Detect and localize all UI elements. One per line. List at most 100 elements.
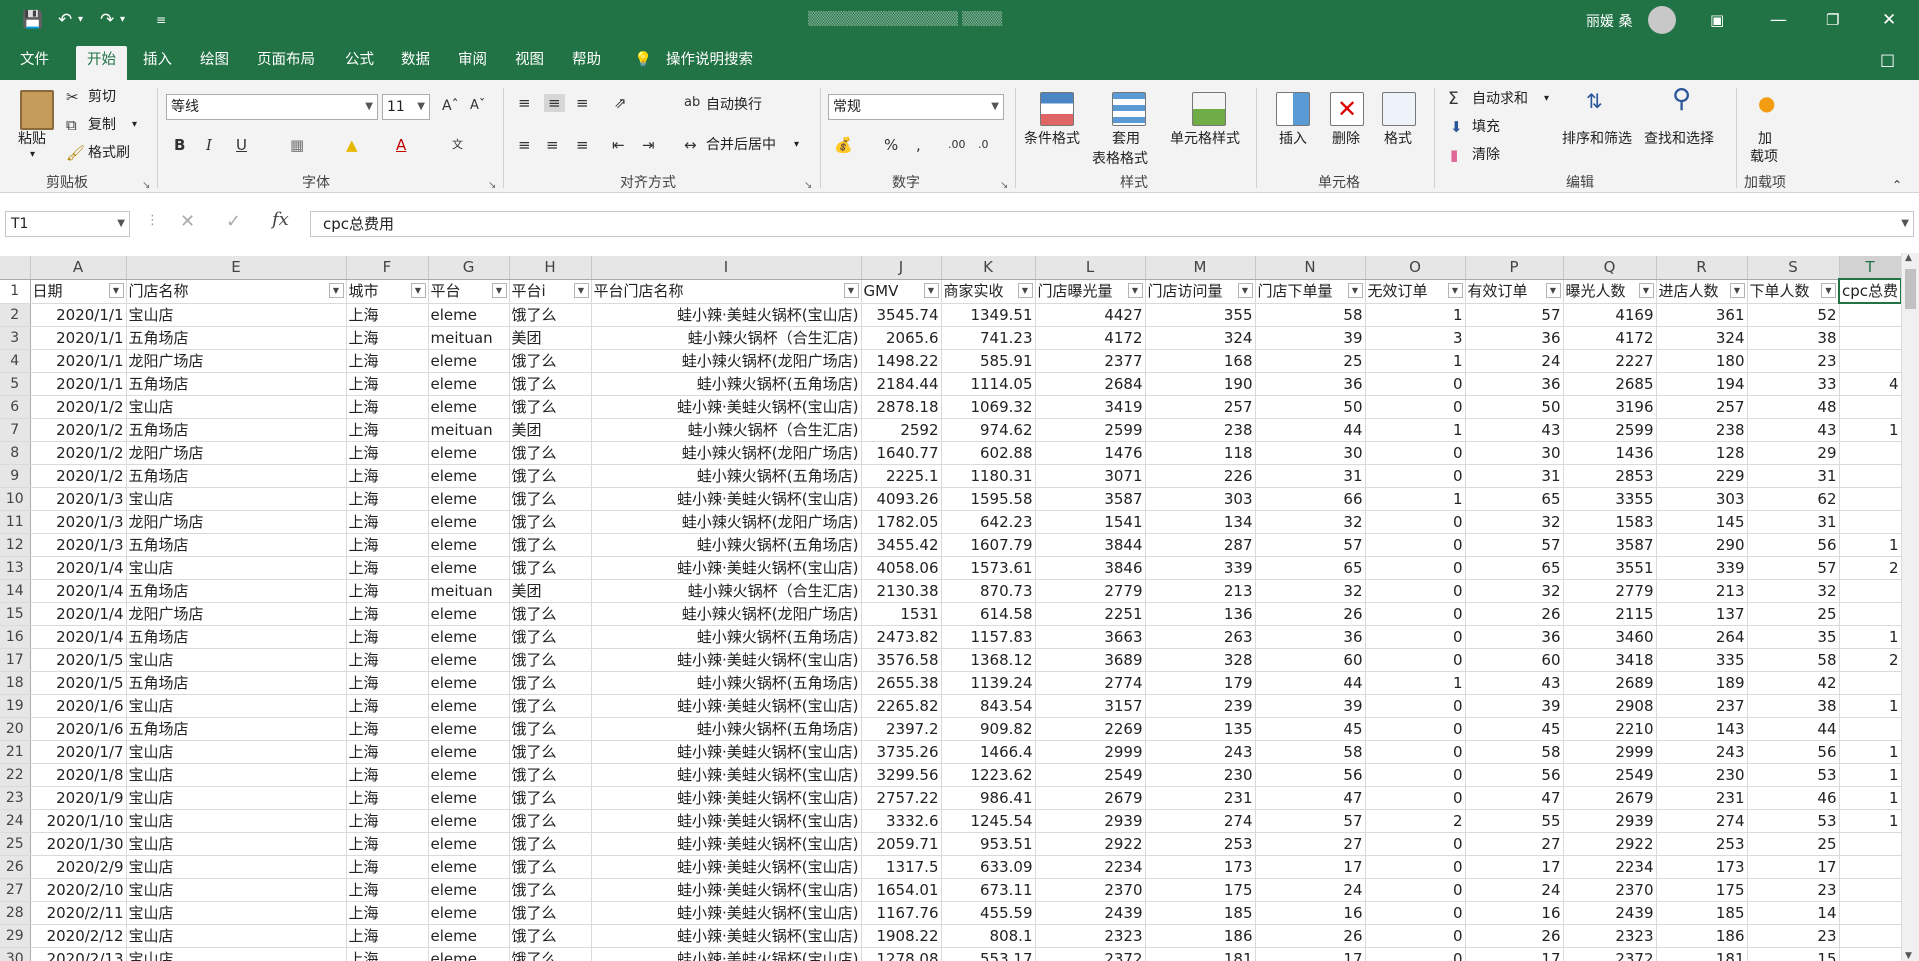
table-cell[interactable]: 宝山店	[126, 947, 347, 961]
table-cell[interactable]: 175	[1145, 878, 1256, 902]
table-cell[interactable]: 1	[1365, 303, 1466, 327]
table-cell[interactable]: 0	[1365, 901, 1466, 925]
table-cell[interactable]: 175	[1656, 878, 1748, 902]
table-cell[interactable]: 五角场店	[126, 717, 347, 741]
table-cell[interactable]: 2065.6	[861, 326, 942, 350]
table-cell[interactable]: 2020/1/2	[30, 464, 127, 488]
header-cell[interactable]: ▼ 进店人数	[1656, 279, 1748, 304]
table-cell[interactable]: 185	[1656, 901, 1748, 925]
table-cell[interactable]: 4172	[1035, 326, 1146, 350]
table-cell[interactable]: eleme	[428, 694, 510, 718]
table-cell[interactable]: 2908	[1563, 694, 1657, 718]
table-cell[interactable]: 上海	[346, 303, 429, 327]
table-cell[interactable]: 饿了么	[509, 395, 592, 419]
table-cell[interactable]: 2020/1/7	[30, 740, 127, 764]
table-cell[interactable]: 66	[1255, 487, 1366, 511]
table-cell[interactable]: 56	[1747, 740, 1840, 764]
table-cell[interactable]: 303	[1145, 487, 1256, 511]
table-cell[interactable]: 1640.77	[861, 441, 942, 465]
filter-dropdown-icon[interactable]: ▼	[1127, 283, 1143, 298]
table-cell[interactable]: 上海	[346, 395, 429, 419]
table-cell[interactable]: 36	[1465, 372, 1564, 396]
format-as-table-button[interactable]: 套用	[1112, 130, 1140, 148]
insert-function-icon[interactable]: fx	[272, 209, 289, 230]
table-cell[interactable]: 2370	[1563, 878, 1657, 902]
table-cell[interactable]: 2265.82	[861, 694, 942, 718]
table-cell[interactable]: 蛙小辣·美蛙火锅杯(宝山店)	[591, 740, 862, 764]
table-cell[interactable]: 26	[1255, 602, 1366, 626]
table-cell[interactable]: 蛙小辣火锅杯(五角场店)	[591, 372, 862, 396]
table-cell[interactable]: 蛙小辣·美蛙火锅杯(宝山店)	[591, 855, 862, 879]
table-cell[interactable]: 饿了么	[509, 694, 592, 718]
table-cell[interactable]: 52	[1747, 303, 1840, 327]
table-cell[interactable]: 2020/1/1	[30, 349, 127, 373]
cut-button[interactable]: 剪切	[88, 88, 116, 106]
table-cell[interactable]: 2439	[1563, 901, 1657, 925]
table-cell[interactable]: 饿了么	[509, 487, 592, 511]
table-cell[interactable]: 361	[1656, 303, 1748, 327]
delete-cells-button[interactable]: 删除	[1332, 130, 1360, 148]
decrease-font-icon[interactable]: Aˇ	[470, 97, 485, 115]
enter-icon[interactable]: ✓	[226, 211, 241, 232]
table-cell[interactable]: 230	[1656, 763, 1748, 787]
table-cell[interactable]: eleme	[428, 487, 510, 511]
table-cell[interactable]: 2372	[1035, 947, 1146, 961]
table-cell[interactable]: 50	[1255, 395, 1366, 419]
table-cell[interactable]: 3846	[1035, 556, 1146, 580]
table-cell[interactable]: 蛙小辣·美蛙火锅杯(宝山店)	[591, 763, 862, 787]
table-cell[interactable]: eleme	[428, 855, 510, 879]
table-cell[interactable]: 180	[1656, 349, 1748, 373]
header-cell[interactable]: cpc总费	[1837, 278, 1903, 304]
increase-decimal-icon[interactable]: .00	[948, 136, 966, 154]
filter-dropdown-icon[interactable]: ▼	[843, 283, 859, 298]
table-cell[interactable]: 553.17	[941, 947, 1036, 961]
table-cell[interactable]: 31	[1747, 510, 1840, 534]
table-cell[interactable]: 上海	[346, 349, 429, 373]
table-cell[interactable]: 189	[1656, 671, 1748, 695]
table-cell[interactable]: 194	[1656, 372, 1748, 396]
table-cell[interactable]: 五角场店	[126, 418, 347, 442]
table-cell[interactable]: 136	[1145, 602, 1256, 626]
row-header[interactable]: 8	[0, 441, 31, 465]
table-cell[interactable]: 0	[1365, 832, 1466, 856]
row-header[interactable]: 23	[0, 786, 31, 810]
table-cell[interactable]: 44	[1255, 418, 1366, 442]
table-cell[interactable]: 1	[1839, 809, 1902, 833]
filter-dropdown-icon[interactable]: ▼	[1237, 283, 1253, 298]
table-cell[interactable]: 上海	[346, 556, 429, 580]
restore-icon[interactable]: ❐	[1826, 8, 1839, 32]
autosum-button[interactable]: 自动求和	[1472, 90, 1528, 108]
table-cell[interactable]: 287	[1145, 533, 1256, 557]
table-cell[interactable]: 1167.76	[861, 901, 942, 925]
table-cell[interactable]: 上海	[346, 694, 429, 718]
align-right-icon[interactable]: ≡	[576, 136, 589, 154]
table-cell[interactable]: 238	[1656, 418, 1748, 442]
table-cell[interactable]: 65	[1255, 556, 1366, 580]
table-cell[interactable]: 3545.74	[861, 303, 942, 327]
row-header[interactable]: 19	[0, 694, 31, 718]
table-cell[interactable]: 48	[1747, 395, 1840, 419]
table-cell[interactable]: 4093.26	[861, 487, 942, 511]
table-cell[interactable]: 蛙小辣·美蛙火锅杯(宝山店)	[591, 556, 862, 580]
table-cell[interactable]: 274	[1145, 809, 1256, 833]
table-cell[interactable]: eleme	[428, 602, 510, 626]
table-cell[interactable]: 2473.82	[861, 625, 942, 649]
row-header[interactable]: 13	[0, 556, 31, 580]
table-cell[interactable]: 1	[1365, 487, 1466, 511]
column-header-g[interactable]: G	[428, 256, 510, 280]
row-header[interactable]: 6	[0, 395, 31, 419]
sort-filter-button[interactable]: 排序和筛选	[1562, 130, 1632, 148]
table-cell[interactable]: 2679	[1563, 786, 1657, 810]
table-cell[interactable]: 2020/2/9	[30, 855, 127, 879]
row-header[interactable]: 30	[0, 947, 31, 961]
column-header-r[interactable]: R	[1656, 256, 1748, 280]
increase-font-icon[interactable]: Aˆ	[442, 97, 459, 115]
decrease-indent-icon[interactable]: ⇤	[612, 136, 625, 154]
table-cell[interactable]: meituan	[428, 418, 510, 442]
table-cell[interactable]: 46	[1747, 786, 1840, 810]
header-cell[interactable]: ▼ 门店名称	[126, 279, 347, 304]
table-cell[interactable]: eleme	[428, 924, 510, 948]
table-cell[interactable]: 上海	[346, 740, 429, 764]
table-cell[interactable]: 642.23	[941, 510, 1036, 534]
table-cell[interactable]: 五角场店	[126, 579, 347, 603]
